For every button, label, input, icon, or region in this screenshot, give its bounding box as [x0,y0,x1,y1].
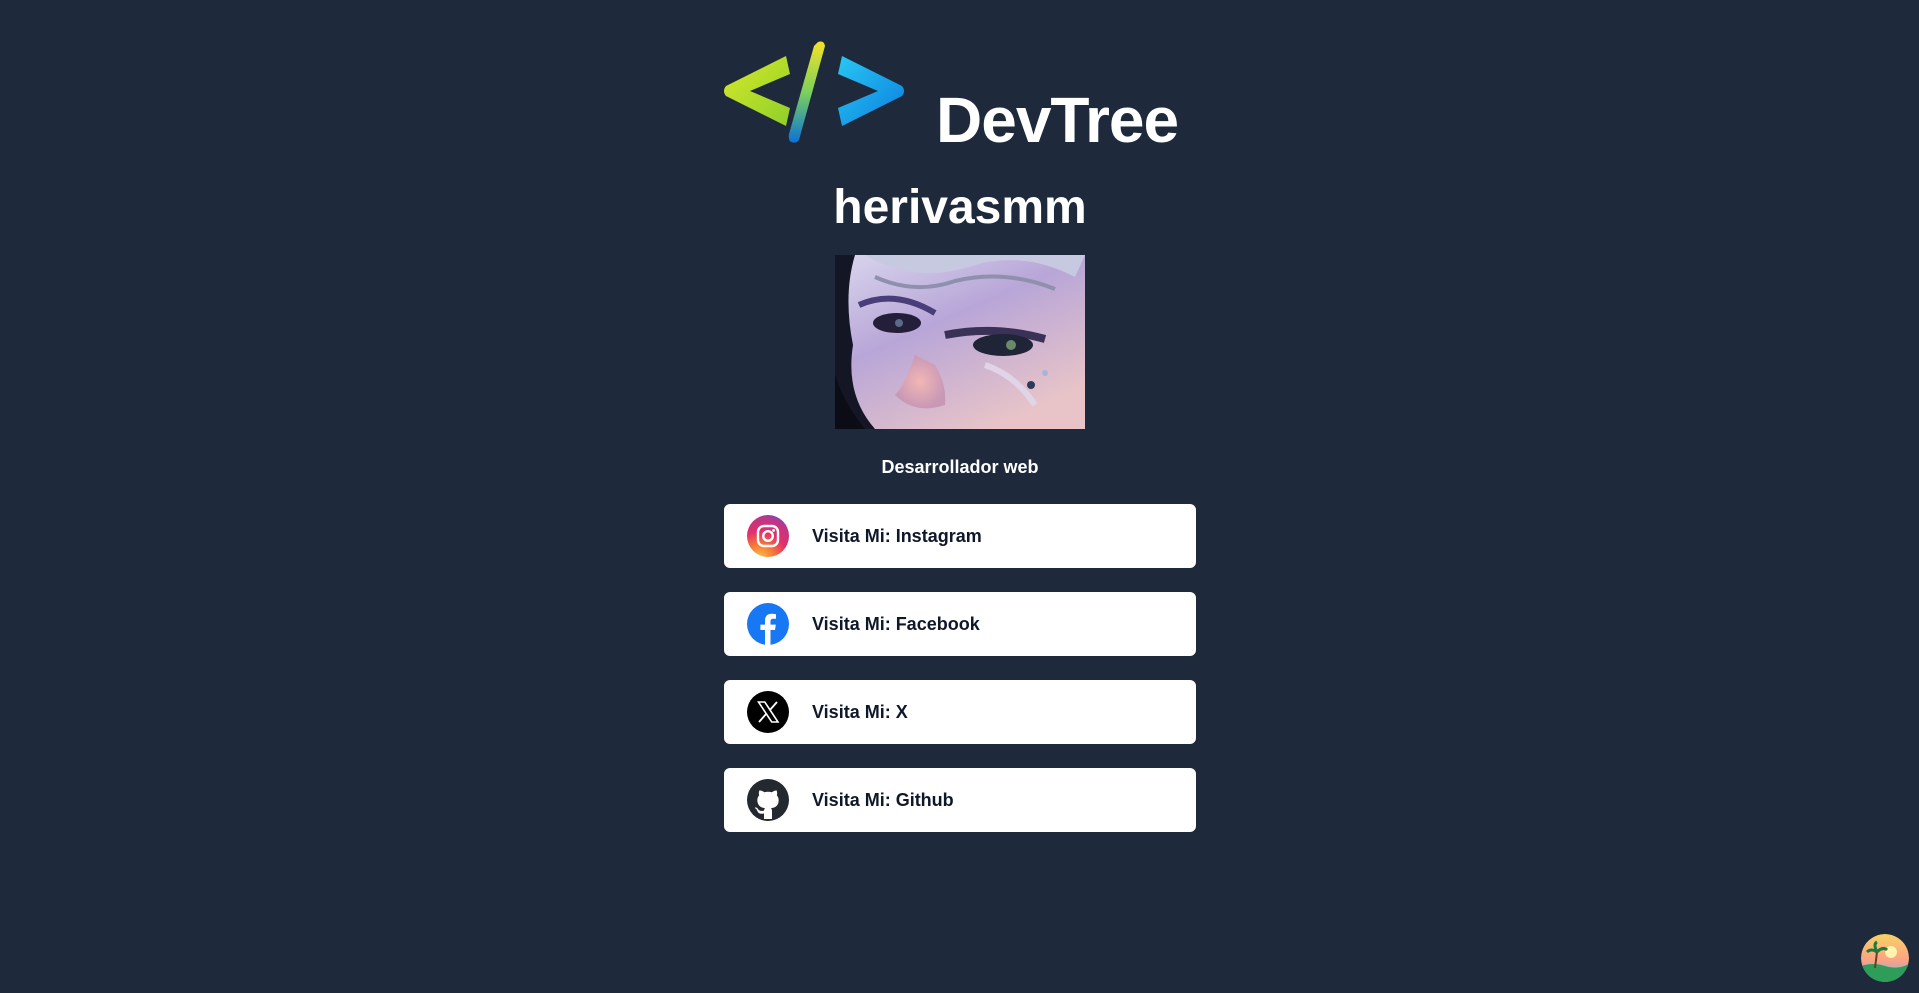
profile-image [835,255,1085,429]
profile-bio: Desarrollador web [881,457,1039,477]
x-icon [747,691,789,733]
instagram-link-label: Visita Mi: Instagram [812,526,982,546]
github-link[interactable]: Visita Mi: Github [724,768,1196,832]
facebook-link-label: Visita Mi: Facebook [812,614,980,634]
facebook-icon [747,603,789,645]
social-links-list: Visita Mi: Instagram Visita Mi: Facebook [724,504,1196,856]
github-link-label: Visita Mi: Github [812,790,954,810]
devtree-logo[interactable]: DevTree [724,36,1196,156]
x-link[interactable]: Visita Mi: X [724,680,1196,744]
profile-handle: herivasmm [833,181,1087,234]
code-brackets-logo-icon [724,41,904,143]
logo-wordmark: DevTree [936,84,1179,156]
facebook-link[interactable]: Visita Mi: Facebook [724,592,1196,656]
corner-avatar-button[interactable] [1861,934,1909,982]
x-link-label: Visita Mi: X [812,702,908,722]
github-icon [747,779,789,821]
instagram-icon [747,515,789,557]
instagram-link[interactable]: Visita Mi: Instagram [724,504,1196,568]
